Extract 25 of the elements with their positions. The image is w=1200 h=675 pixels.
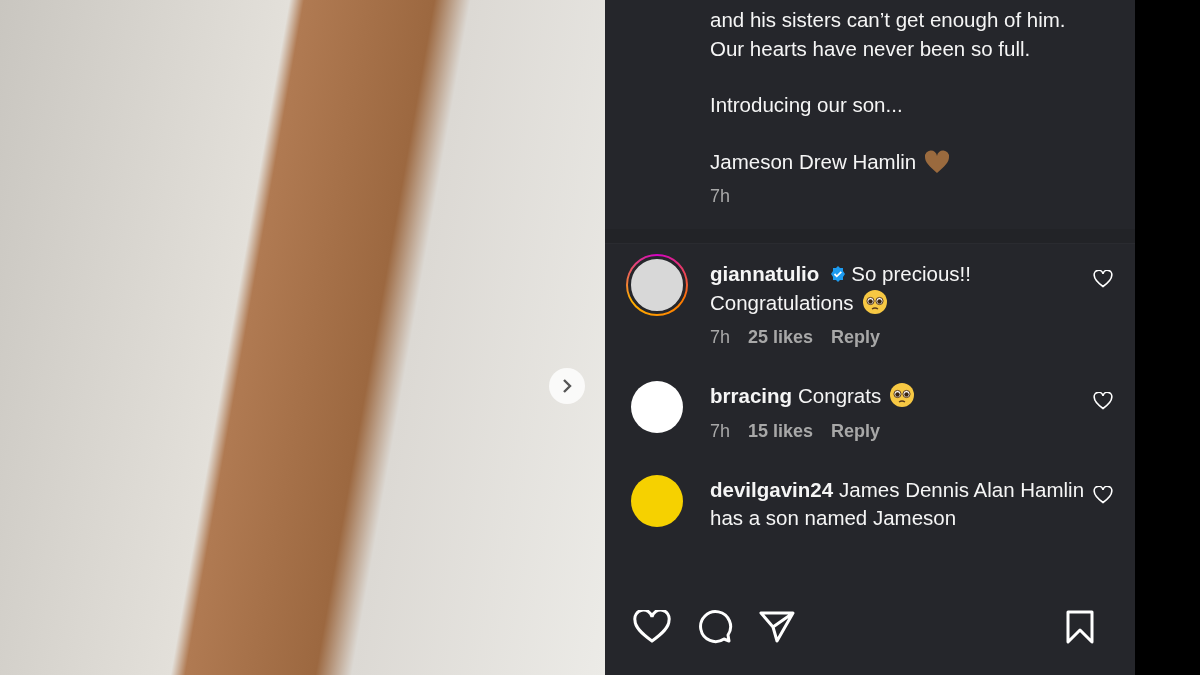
paper-plane-icon[interactable] (759, 610, 795, 644)
heart-icon[interactable] (1093, 392, 1113, 410)
timestamp: 7h (710, 327, 731, 348)
chevron-right-icon (561, 379, 573, 393)
comment-icon[interactable] (697, 609, 733, 645)
caption-text: Jameson Drew Hamlin (710, 147, 1073, 176)
heart-icon[interactable] (633, 610, 671, 644)
comment-text: devilgavin24 James Dennis Alan Hamlin has a son named Jameson (710, 476, 1086, 531)
caption-text: and his sisters can’t get enough of him. Our hearts have never been so full. (710, 7, 1067, 62)
timestamp: 7h (710, 186, 731, 207)
username-link[interactable]: brracing (710, 384, 793, 407)
reply-link[interactable]: Reply (831, 327, 881, 348)
reply-link[interactable]: Reply (831, 420, 881, 442)
heart-icon[interactable] (1093, 485, 1113, 504)
comment-text: giannatulio So precious!! Congratulations (710, 261, 972, 317)
username-link[interactable]: giannatulio (710, 262, 820, 285)
timestamp: 7h (710, 420, 731, 442)
like-count[interactable]: 25 likes (748, 327, 814, 348)
bookmark-icon[interactable] (1065, 610, 1095, 644)
caption-text: Introducing our son... (710, 92, 904, 118)
comment-text: brracing Congrats (710, 382, 1093, 411)
heart-icon[interactable] (1093, 270, 1113, 288)
username-link[interactable]: devilgavin24 (710, 477, 834, 501)
like-count[interactable]: 15 likes (748, 420, 814, 442)
next-button[interactable] (549, 368, 585, 404)
